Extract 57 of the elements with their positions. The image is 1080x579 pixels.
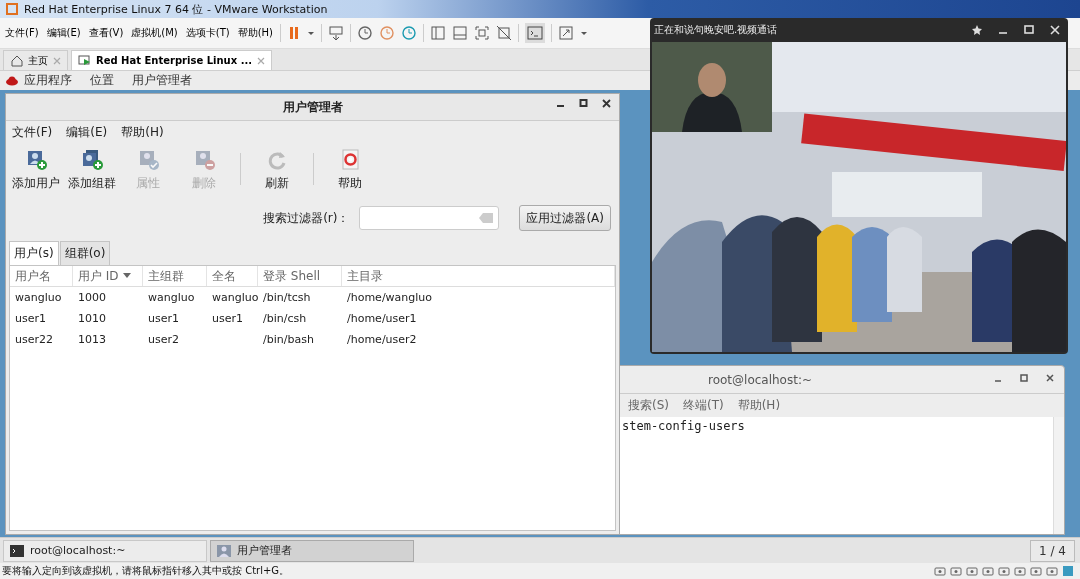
toolbar-button[interactable]: 添加用户: [10, 143, 62, 192]
toolbar-button[interactable]: 刷新: [251, 143, 303, 192]
workspace-switcher[interactable]: 1 / 4: [1030, 539, 1075, 562]
menu-item[interactable]: 文件(F): [12, 123, 53, 141]
table-cell-text: wangluo: [147, 291, 196, 304]
apply-filter-button[interactable]: 应用过滤器(A): [519, 205, 611, 231]
tab[interactable]: 组群(o): [59, 241, 111, 265]
table-cell-text: /bin/csh: [262, 312, 308, 325]
column-header[interactable]: 主组群: [143, 266, 207, 286]
menu-item[interactable]: 编辑(E): [66, 123, 108, 141]
table-cell-text: 1013: [77, 333, 107, 346]
column-header[interactable]: 登录 Shell: [258, 266, 342, 286]
window-title: Red Hat Enterprise Linux 7 64 位 - VMware Workstation: [24, 1, 328, 17]
terminal-output: stem-config-users: [622, 419, 745, 433]
column-header[interactable]: 主目录: [342, 266, 615, 286]
panel-menu[interactable]: 应用程序: [24, 72, 72, 89]
menu-item[interactable]: 虚拟机(M): [130, 24, 179, 42]
table-cell-text: user22: [14, 333, 54, 346]
taskbar-item[interactable]: 用户管理者: [210, 539, 414, 562]
menu-item[interactable]: 文件(F): [4, 24, 40, 42]
menu-item[interactable]: 帮助(H): [737, 397, 781, 414]
tab[interactable]: Red Hat Enterprise Linux ...: [71, 50, 273, 70]
column-header[interactable]: 全名: [207, 266, 258, 286]
toolbar-button[interactable]: 添加组群: [66, 143, 118, 192]
window-title: 用户管理者: [282, 98, 343, 116]
table-cell-text: /home/user1: [346, 312, 418, 325]
column-header[interactable]: 用户名: [10, 266, 73, 286]
table-cell-text: /bin/tcsh: [262, 291, 312, 304]
table-cell-text: user1: [147, 312, 180, 325]
table-cell-text: /bin/bash: [262, 333, 315, 346]
tab[interactable]: 主页: [3, 50, 68, 70]
filter-label: 搜索过滤器(r)：: [263, 209, 350, 227]
menu-item[interactable]: 编辑(E): [45, 24, 82, 42]
taskbar-item[interactable]: root@localhost:~: [3, 539, 207, 562]
table-cell-text: 1000: [77, 291, 107, 304]
status-message: 要将输入定向到该虚拟机，请将鼠标指针移入其中或按 Ctrl+G。: [2, 564, 290, 578]
table-cell-text: 1010: [77, 312, 107, 325]
table-cell-text: /home/wangluo: [346, 291, 434, 304]
menu-item[interactable]: 帮助(H): [236, 24, 275, 42]
table-cell-text: user1: [211, 312, 244, 325]
table-cell-text: user2: [147, 333, 180, 346]
menu-item[interactable]: 搜索(S): [628, 397, 669, 414]
panel-menu[interactable]: 用户管理者: [132, 72, 192, 89]
menu-item[interactable]: 帮助(H): [121, 123, 164, 141]
table-cell-text: wangluo: [211, 291, 258, 304]
menu-item[interactable]: 查看(V): [87, 24, 125, 42]
table-cell-text: user1: [14, 312, 47, 325]
menu-item[interactable]: 选项卡(T): [184, 24, 231, 42]
table-cell-text: /home/user2: [346, 333, 418, 346]
toolbar-button[interactable]: 帮助: [324, 143, 376, 192]
tab[interactable]: 用户(s): [9, 241, 59, 265]
table-cell-text: wangluo: [14, 291, 63, 304]
column-header[interactable]: 用户 ID: [73, 266, 143, 286]
window-title: 正在和说句晚安吧.视频通话: [654, 23, 778, 37]
window-title: root@localhost:~: [708, 372, 812, 387]
panel-menu[interactable]: 位置: [90, 72, 114, 89]
menu-item[interactable]: 终端(T): [683, 397, 724, 414]
